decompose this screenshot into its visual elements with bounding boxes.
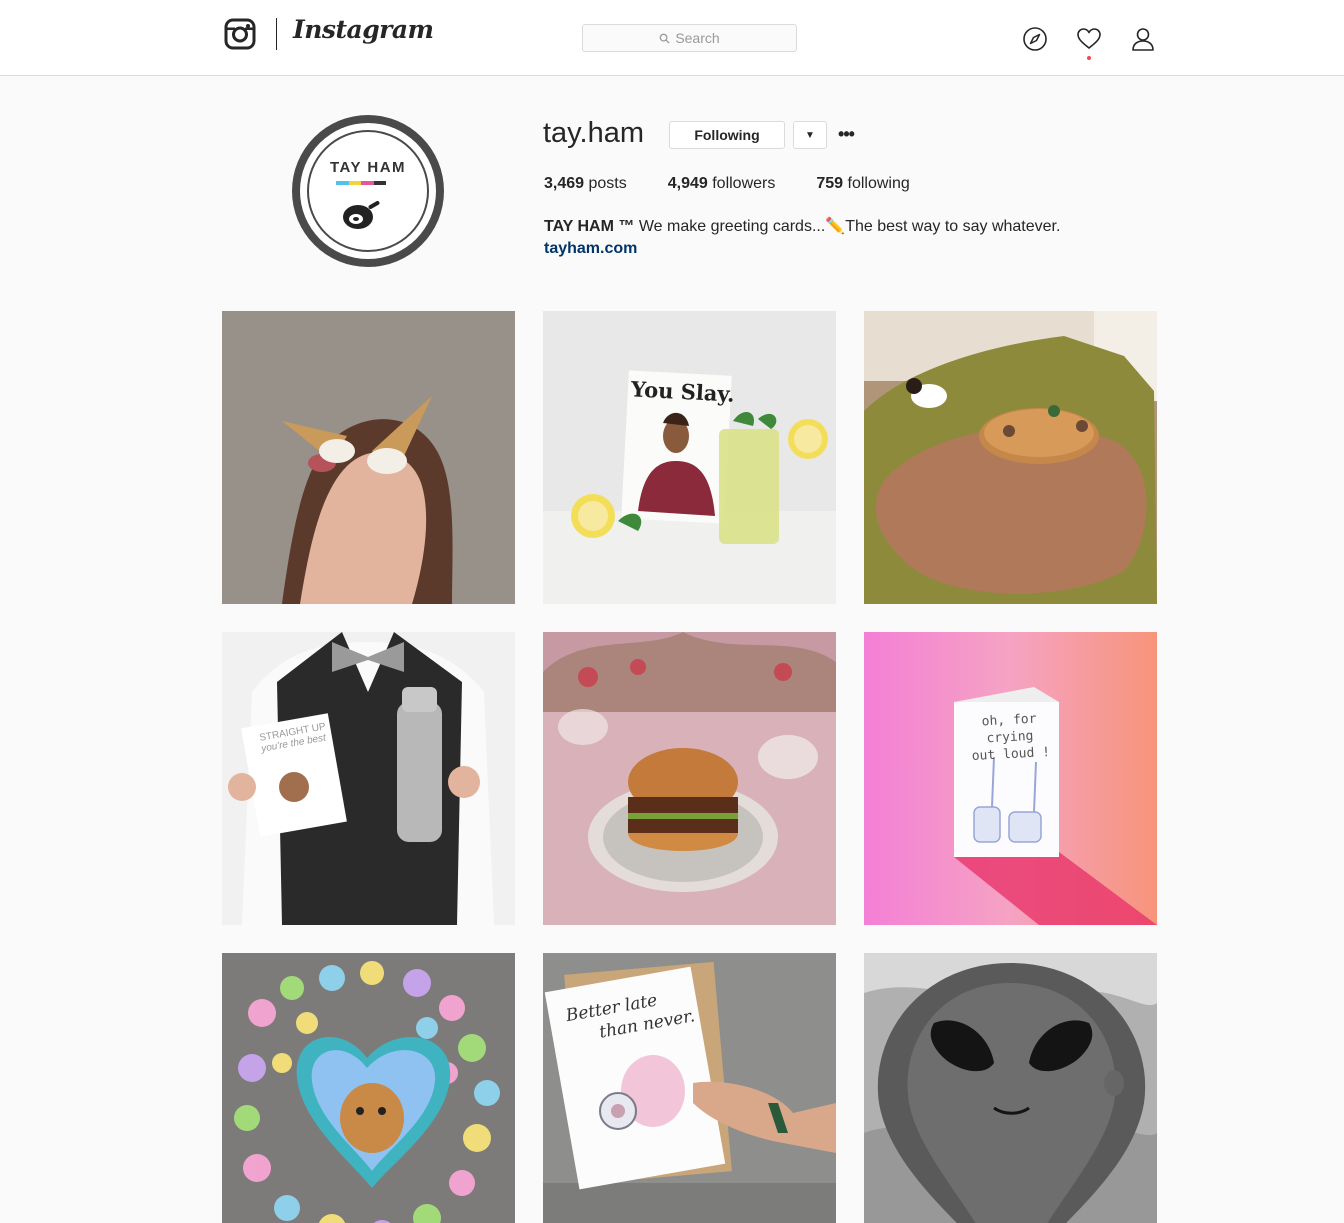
post-tile[interactable] — [222, 311, 515, 604]
post-image-burger-table — [543, 632, 836, 925]
post-image-bartender-card — [222, 632, 515, 925]
logo-divider — [276, 18, 277, 50]
post-tile[interactable]: Better late than never. — [543, 953, 836, 1223]
instagram-logo-icon[interactable] — [224, 18, 256, 50]
search-placeholder: Search — [675, 30, 720, 46]
bio-name: TAY HAM ™ — [544, 218, 635, 235]
following-button[interactable]: Following — [669, 121, 785, 149]
avatar-logo: TAY HAM — [300, 123, 436, 259]
post-tile[interactable]: You Slay. — [543, 311, 836, 604]
post-tile[interactable]: oh, for crying out loud ! — [864, 632, 1157, 925]
post-tile[interactable] — [864, 953, 1157, 1223]
heart-icon[interactable] — [1076, 26, 1102, 52]
post-image-baby-monitor-card — [864, 632, 1157, 925]
search-icon — [659, 33, 670, 44]
followers-stat[interactable]: 4,949 followers — [668, 175, 776, 193]
top-navigation-bar: Instagram Search — [0, 0, 1344, 76]
card-text-crying-out-loud: oh, for crying out loud ! — [971, 711, 1051, 765]
post-image-pompoms-mirror-cat — [222, 953, 515, 1223]
more-options-button[interactable]: ••• — [836, 120, 856, 148]
search-input[interactable]: Search — [582, 24, 797, 52]
following-stat[interactable]: 759 following — [816, 175, 909, 193]
user-icon[interactable] — [1130, 26, 1156, 52]
profile-avatar[interactable]: TAY HAM — [292, 115, 444, 267]
bio-text: We make greeting cards...✏️The best way … — [634, 218, 1061, 235]
post-tile[interactable]: STRAIGHT UP you're the best — [222, 632, 515, 925]
compass-icon[interactable] — [1022, 26, 1048, 52]
card-text-you-slay: You Slay. — [630, 376, 736, 407]
avatar-color-stripe — [336, 181, 386, 185]
post-image-alien-balloon — [864, 953, 1157, 1223]
post-image-ice-cream-eyes — [222, 311, 515, 604]
avatar-logo-text: TAY HAM — [329, 159, 407, 176]
profile-website-link[interactable]: tayham.com — [544, 240, 637, 258]
profile-stats: 3,469 posts 4,949 followers 759 followin… — [544, 175, 951, 193]
suggestions-dropdown-button[interactable]: ▼ — [793, 121, 827, 149]
profile-bio: TAY HAM ™ We make greeting cards...✏️The… — [544, 216, 1060, 236]
instagram-wordmark[interactable]: Instagram — [293, 15, 434, 44]
post-tile[interactable] — [864, 311, 1157, 604]
posts-stat: 3,469 posts — [544, 175, 627, 192]
caret-down-icon: ▼ — [805, 129, 815, 141]
post-image-kotatsu-room — [864, 311, 1157, 604]
notification-dot — [1087, 56, 1091, 60]
post-image-you-slay-card — [543, 311, 836, 604]
profile-username: tay.ham — [543, 117, 645, 149]
ham-icon — [343, 201, 380, 229]
post-tile[interactable] — [543, 632, 836, 925]
post-tile[interactable] — [222, 953, 515, 1223]
